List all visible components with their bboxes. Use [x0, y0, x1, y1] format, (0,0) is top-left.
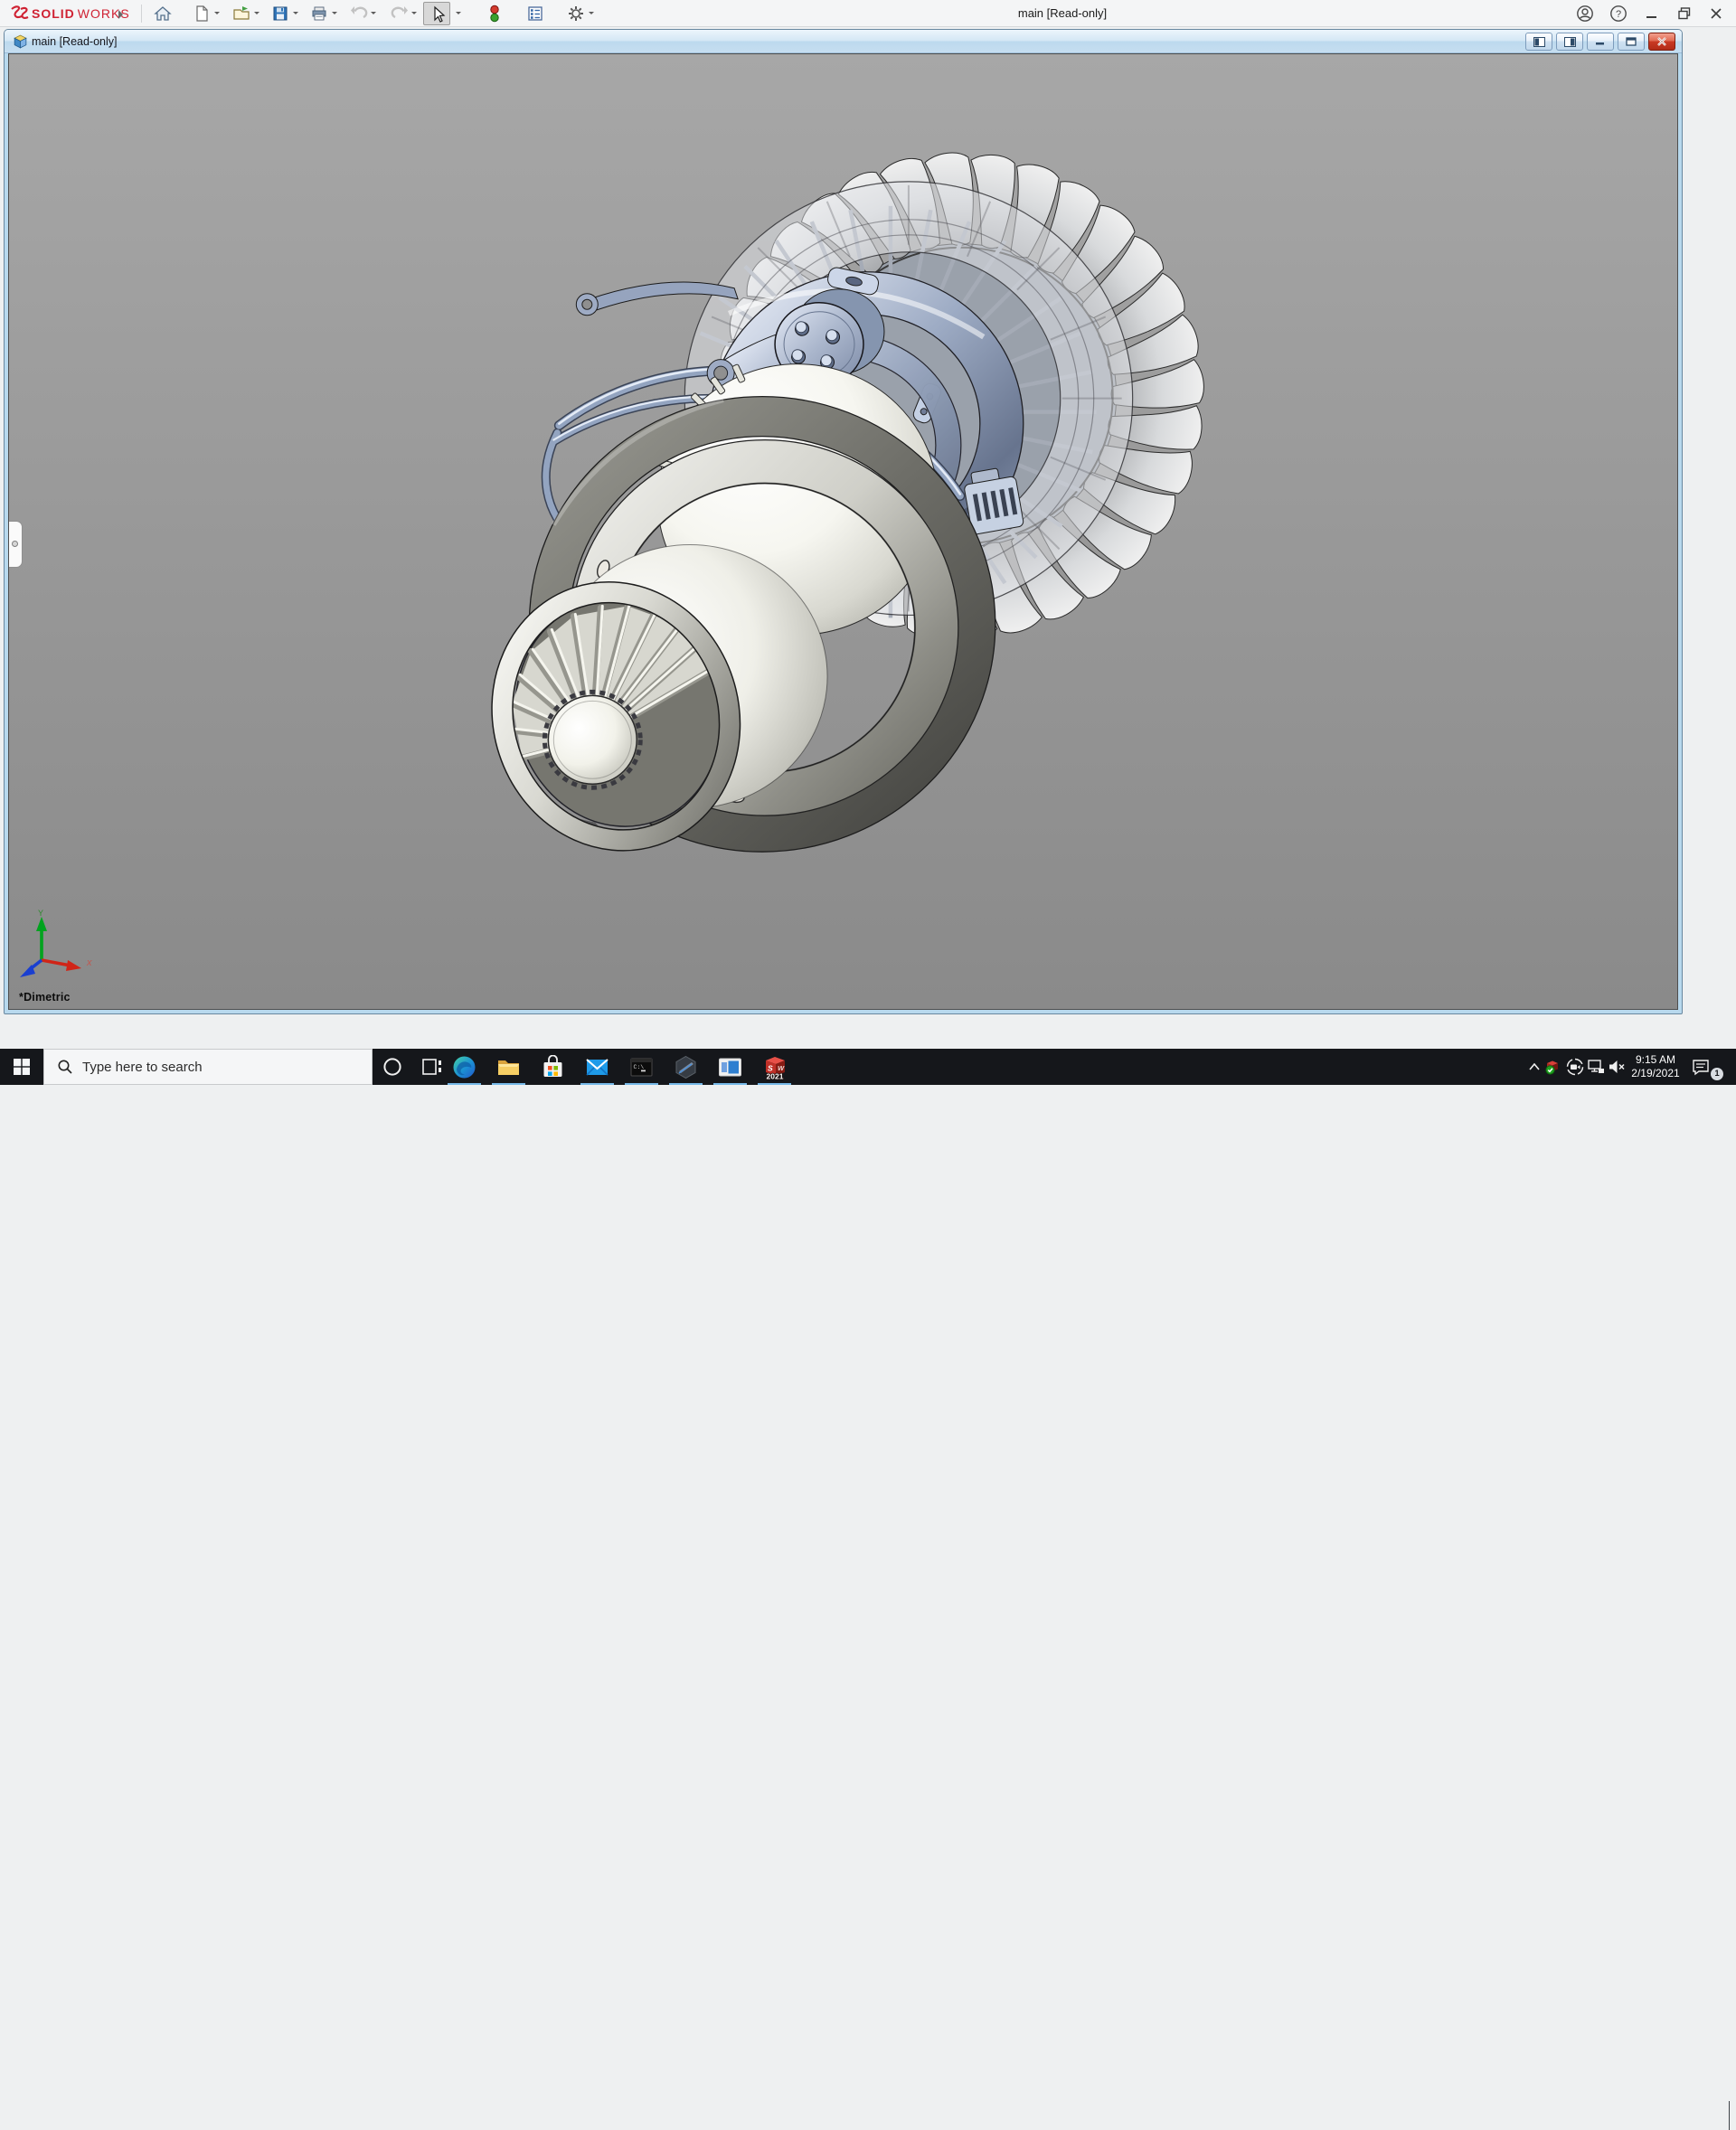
restore-window-icon[interactable] — [1675, 5, 1694, 23]
search-icon — [57, 1059, 73, 1075]
doc-close-icon — [1656, 37, 1667, 46]
doc-maximize-button[interactable] — [1618, 33, 1645, 51]
document-titlebar[interactable]: main [Read-only] — [5, 30, 1682, 53]
help-icon[interactable]: ? — [1609, 5, 1628, 23]
properties-icon[interactable] — [526, 5, 544, 23]
search-input[interactable] — [82, 1060, 372, 1075]
chevron-up-icon — [1529, 1063, 1540, 1070]
select-tool-active-box[interactable] — [423, 2, 450, 25]
tray-solidworks-monitor[interactable] — [1541, 1049, 1564, 1085]
network-icon — [1587, 1058, 1605, 1076]
doc-maximize-icon — [1626, 37, 1637, 46]
doc-minimize-button[interactable] — [1587, 33, 1614, 51]
brand-text-bold: SOLID — [32, 6, 75, 21]
orientation-triad: Y x — [18, 908, 105, 984]
tray-volume[interactable] — [1605, 1049, 1628, 1085]
svg-text:2021: 2021 — [766, 1072, 783, 1081]
home-icon[interactable] — [154, 5, 172, 23]
solidworks-logo-icon — [9, 5, 29, 21]
start-button[interactable] — [0, 1049, 43, 1085]
print-icon[interactable] — [310, 5, 328, 23]
taskbar-app-media[interactable] — [709, 1049, 751, 1085]
solidworks-logo: SOLIDWORKS — [9, 5, 130, 21]
file-explorer-icon — [496, 1055, 521, 1079]
tray-date: 2/19/2021 — [1628, 1067, 1684, 1080]
graphics-viewport[interactable]: Y x *Dimetric — [8, 53, 1678, 1010]
toolbar-flyout-arrow[interactable] — [118, 10, 127, 19]
cortana-button[interactable] — [373, 1049, 412, 1085]
settings-caret[interactable] — [589, 12, 594, 17]
action-center-button[interactable] — [1689, 1049, 1712, 1085]
notification-badge: 1 — [1711, 1068, 1723, 1080]
mail-icon — [585, 1055, 609, 1079]
svg-text:C:\: C:\ — [634, 1064, 645, 1070]
engine-3d-model[interactable] — [9, 54, 1677, 1009]
taskbar-app-cad-hexagon[interactable] — [665, 1049, 707, 1085]
minimize-window-icon[interactable] — [1643, 5, 1661, 23]
task-view-icon — [422, 1057, 442, 1077]
view-orientation-label: *Dimetric — [19, 991, 71, 1004]
undo-icon — [350, 5, 368, 23]
app-window-title: main [Read-only] — [936, 6, 1189, 20]
taskbar: C:\ S W 2021 — [0, 1049, 1736, 1085]
rebuild-traffic-light-icon[interactable] — [486, 5, 504, 23]
document-title: main [Read-only] — [32, 35, 118, 48]
meet-now-camera-icon — [1566, 1058, 1584, 1076]
media-app-icon — [718, 1055, 742, 1079]
collapsed-panel-tab[interactable] — [9, 521, 23, 568]
taskbar-app-mail[interactable] — [576, 1049, 618, 1085]
taskbar-app-store[interactable] — [532, 1049, 574, 1085]
print-caret[interactable] — [332, 12, 337, 17]
save-icon[interactable] — [271, 5, 289, 23]
select-cursor-icon — [429, 5, 447, 24]
redo-caret — [411, 12, 417, 17]
new-document-icon[interactable] — [193, 5, 211, 23]
triad-x-label: x — [86, 957, 92, 968]
app-titlebar: SOLIDWORKS — [0, 0, 1736, 27]
account-icon[interactable] — [1576, 5, 1594, 23]
show-desktop-divider[interactable] — [1729, 2101, 1730, 2130]
document-window: main [Read-only] — [4, 29, 1683, 1014]
taskbar-app-file-explorer[interactable] — [487, 1049, 530, 1085]
solidworks-tray-icon — [1544, 1059, 1561, 1075]
open-icon[interactable] — [232, 5, 250, 23]
new-document-caret[interactable] — [214, 12, 220, 17]
solidworks-2021-icon: S W 2021 — [761, 1053, 788, 1080]
doc-minimize-icon — [1595, 37, 1606, 46]
triad-y-label: Y — [38, 909, 43, 918]
volume-muted-icon — [1608, 1058, 1626, 1076]
hexagon-app-icon — [674, 1055, 698, 1079]
cortana-icon — [382, 1057, 402, 1077]
split-right-icon — [1564, 37, 1576, 47]
select-caret[interactable] — [456, 12, 461, 17]
terminal-icon: C:\ — [629, 1055, 654, 1079]
close-window-icon[interactable] — [1707, 5, 1725, 23]
taskbar-app-terminal[interactable]: C:\ — [620, 1049, 663, 1085]
windows-logo-icon — [14, 1059, 30, 1075]
undo-caret — [371, 12, 376, 17]
redo-icon — [391, 5, 409, 23]
store-icon — [541, 1055, 565, 1079]
taskbar-app-solidworks[interactable]: S W 2021 — [753, 1049, 796, 1085]
taskbar-app-edge[interactable] — [443, 1049, 486, 1085]
split-right-button[interactable] — [1556, 33, 1583, 51]
split-left-button[interactable] — [1525, 33, 1552, 51]
tray-clock[interactable]: 9:15 AM 2/19/2021 — [1628, 1053, 1684, 1080]
open-caret[interactable] — [254, 12, 259, 17]
panel-tab-dot — [12, 541, 18, 547]
svg-text:?: ? — [1616, 9, 1621, 20]
toolbar-separator — [141, 5, 142, 23]
edge-icon — [452, 1055, 476, 1079]
settings-gear-icon[interactable] — [567, 5, 585, 23]
split-left-icon — [1533, 37, 1545, 47]
assembly-document-icon — [13, 34, 28, 50]
save-caret[interactable] — [293, 12, 298, 17]
doc-close-button[interactable] — [1648, 33, 1675, 51]
tray-time: 9:15 AM — [1628, 1053, 1684, 1067]
taskbar-search[interactable] — [43, 1049, 373, 1085]
document-client-area: Y x *Dimetric — [5, 53, 1682, 1013]
action-center-icon — [1692, 1058, 1710, 1076]
